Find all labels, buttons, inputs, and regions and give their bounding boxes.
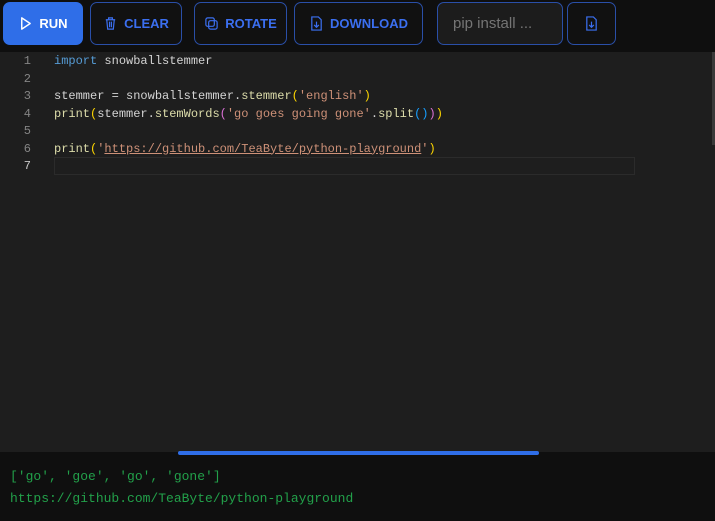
file-download-icon — [586, 16, 597, 31]
code-text: stemmer. — [97, 106, 155, 121]
paren: ( — [219, 106, 227, 121]
code-text: snowballstemmer — [97, 54, 213, 68]
code-line: 5 — [0, 123, 715, 141]
line-number: 6 — [23, 141, 31, 156]
pip-install-button[interactable] — [567, 2, 616, 45]
line-number: 3 — [23, 89, 31, 103]
run-label: RUN — [39, 16, 68, 31]
run-button[interactable]: RUN — [3, 2, 83, 45]
code-text: stemmer = snowballstemmer. — [54, 89, 242, 103]
code-line: 3 stemmer = snowballstemmer.stemmer('engl… — [0, 88, 715, 106]
code-line: 7 — [0, 158, 715, 176]
function-name: split — [378, 106, 415, 121]
paren: ) — [428, 106, 436, 121]
line-number: 2 — [23, 71, 31, 86]
output-panel: ['go', 'goe', 'go', 'gone'] https://gith… — [0, 455, 715, 521]
line-number: 5 — [23, 124, 31, 138]
clear-label: CLEAR — [124, 16, 169, 31]
keyword: import — [54, 54, 98, 68]
code-line: 1 import snowballstemmer — [0, 53, 715, 71]
code-line: 2 — [0, 71, 715, 89]
function-name: stemmer — [241, 89, 292, 103]
download-button[interactable]: DOWNLOAD — [294, 2, 423, 45]
line-number: 7 — [23, 159, 31, 173]
line-number: 4 — [23, 106, 31, 121]
copy-icon — [205, 17, 218, 30]
code-line: 6 print('https://github.com/TeaByte/pytho… — [0, 141, 715, 159]
download-label: DOWNLOAD — [330, 16, 408, 31]
function-name: print — [54, 106, 91, 121]
code-text: . — [370, 106, 379, 121]
paren: ( — [291, 89, 299, 103]
rotate-button[interactable]: ROTATE — [194, 2, 287, 45]
string: 'go goes going gone' — [226, 106, 371, 121]
file-download-icon — [311, 16, 322, 31]
play-icon — [21, 17, 32, 30]
paren: ) — [435, 106, 443, 121]
line-number: 1 — [23, 54, 31, 68]
rotate-label: ROTATE — [225, 16, 277, 31]
pip-install-input[interactable] — [437, 2, 563, 45]
paren: () — [414, 106, 429, 121]
string: 'english' — [298, 89, 364, 103]
output-line: https://github.com/TeaByte/python-playgr… — [10, 491, 354, 506]
code-editor[interactable]: 1 import snowballstemmer 2 3 stemmer = sno… — [0, 52, 715, 452]
paren: ) — [363, 89, 371, 103]
code-line: 4 print(stemmer.stemWords('go goes going … — [0, 106, 715, 124]
paren: ) — [428, 141, 436, 156]
function-name: print — [54, 141, 91, 156]
url-link[interactable]: https://github.com/TeaByte/python-playgr… — [104, 142, 421, 156]
toolbar: RUN CLEAR ROTATE DOWNLOAD — [0, 0, 715, 52]
trash-icon — [105, 17, 116, 30]
function-name: stemWords — [154, 106, 220, 121]
output-line: ['go', 'goe', 'go', 'gone'] — [10, 469, 221, 484]
clear-button[interactable]: CLEAR — [90, 2, 182, 45]
